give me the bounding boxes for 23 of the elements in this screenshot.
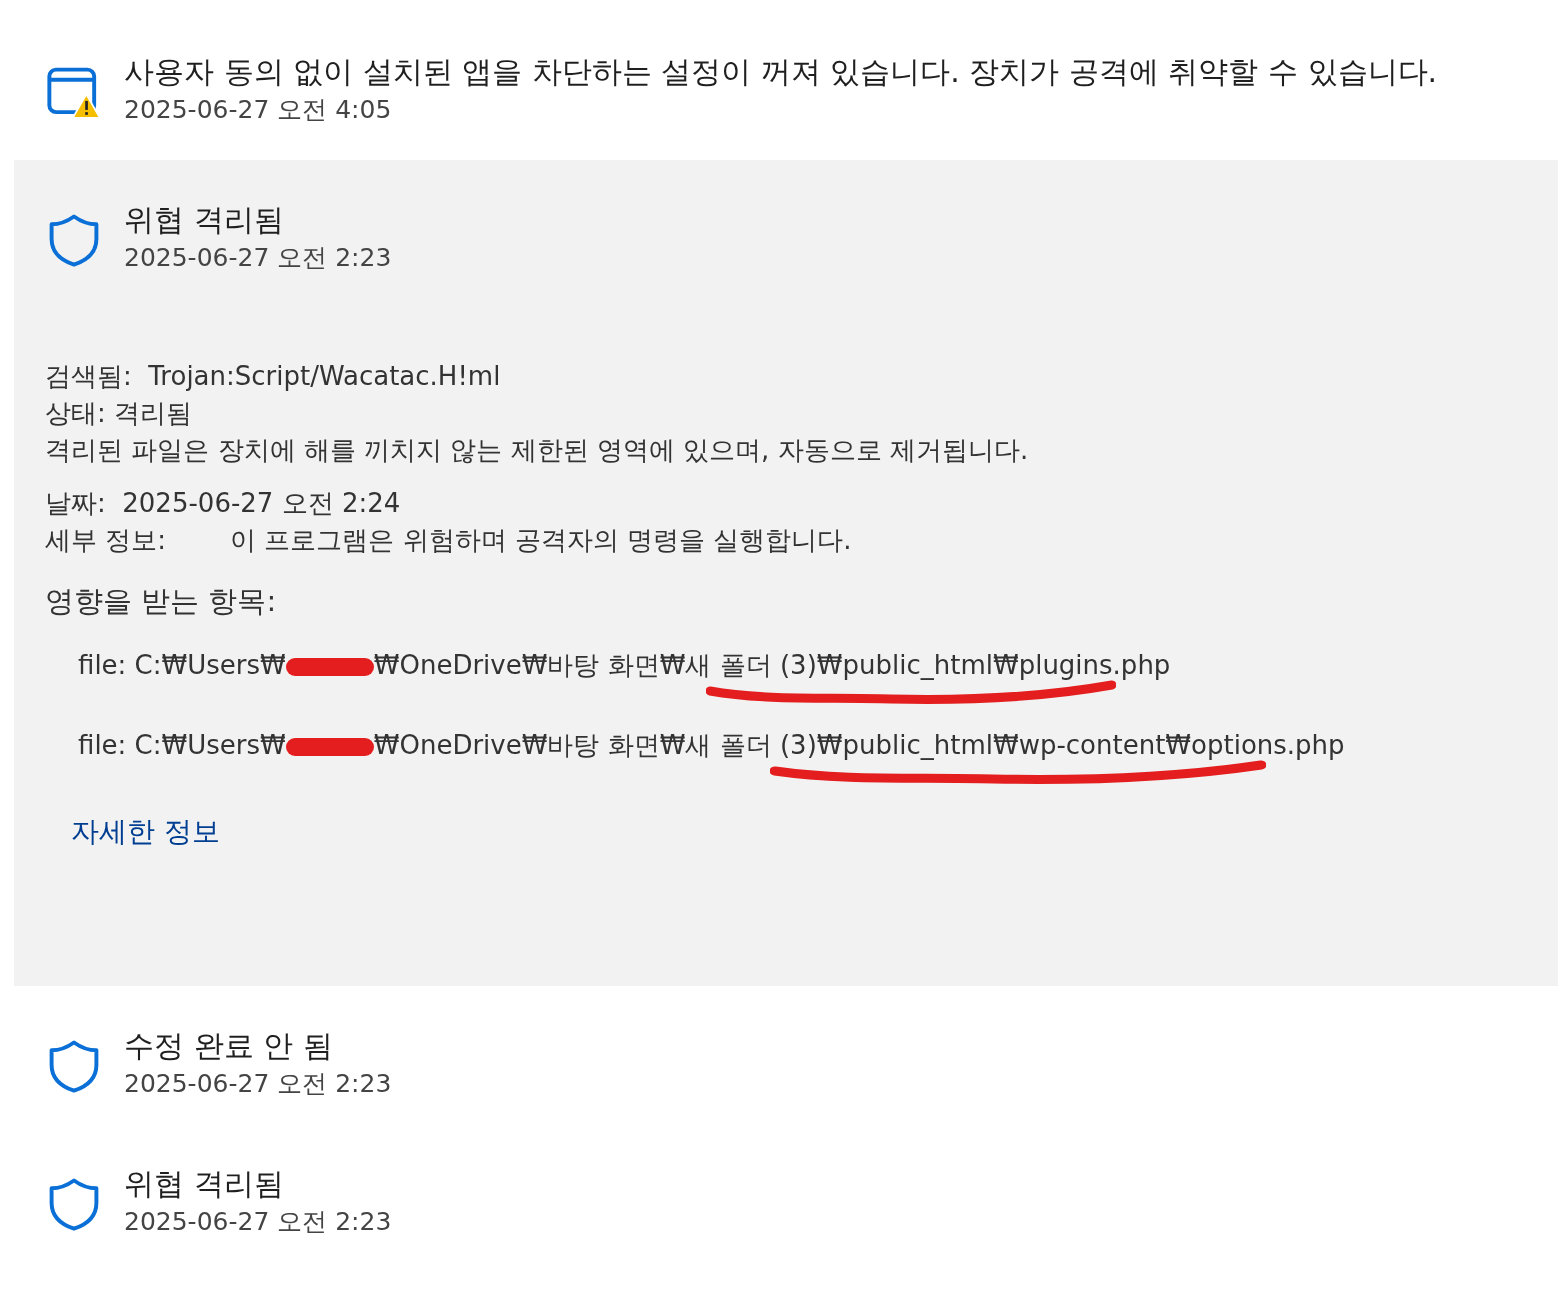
notification-title: 수정 완료 안 됨 — [124, 1027, 334, 1065]
date-text: 날짜: 2025-06-27 오전 2:24 — [45, 487, 402, 520]
info-text: 이 프로그램은 위험하며 공격자의 명령을 실행합니다. — [230, 525, 852, 555]
more-info-link[interactable]: 자세한 정보 — [71, 813, 220, 851]
notification-time: 2025-06-27 오전 2:23 — [124, 1206, 392, 1238]
file-path-middle: ₩OneDrive₩바탕 화면₩새 폴더 (3) — [373, 730, 817, 760]
file-path-end: ₩public_html₩wp-content₩options.php — [816, 730, 1345, 760]
notification-time: 2025-06-27 오전 4:05 — [124, 94, 393, 126]
status-note: 격리된 파일은 장치에 해를 끼치지 않는 제한된 영역에 있으며, 자동으로 제거됩니다. — [45, 434, 1030, 467]
file-path-start: file: C:₩Users₩ — [78, 650, 286, 680]
status-text: 상태: 격리됨 — [45, 397, 194, 430]
notification-title: 사용자 동의 없이 설치된 앱을 차단하는 설정이 꺼져 있습니다. 장치가 공격에 취약할 수 있습니다. — [124, 53, 1438, 91]
detected-text: 검색됨: Trojan:Script/Wacatac.H!ml — [45, 360, 502, 393]
notification-time: 2025-06-27 오전 2:23 — [124, 1068, 392, 1100]
file-path-end: (3)₩public_html₩plugins.php — [779, 650, 1171, 680]
info-label: 세부 정보: — [45, 525, 167, 555]
expanded-panel[interactable] — [14, 160, 1558, 986]
affected-heading: 영향을 받는 항목: — [45, 583, 278, 620]
file-path-start: file: C:₩Users₩ — [78, 730, 286, 760]
notification-title: 위협 격리됨 — [124, 1165, 285, 1203]
notification-time: 2025-06-27 오전 2:23 — [124, 242, 392, 274]
file-path-middle: ₩OneDrive₩바탕 화면₩새 폴더 — [373, 650, 773, 680]
notification-title: 위협 격리됨 — [124, 201, 285, 239]
